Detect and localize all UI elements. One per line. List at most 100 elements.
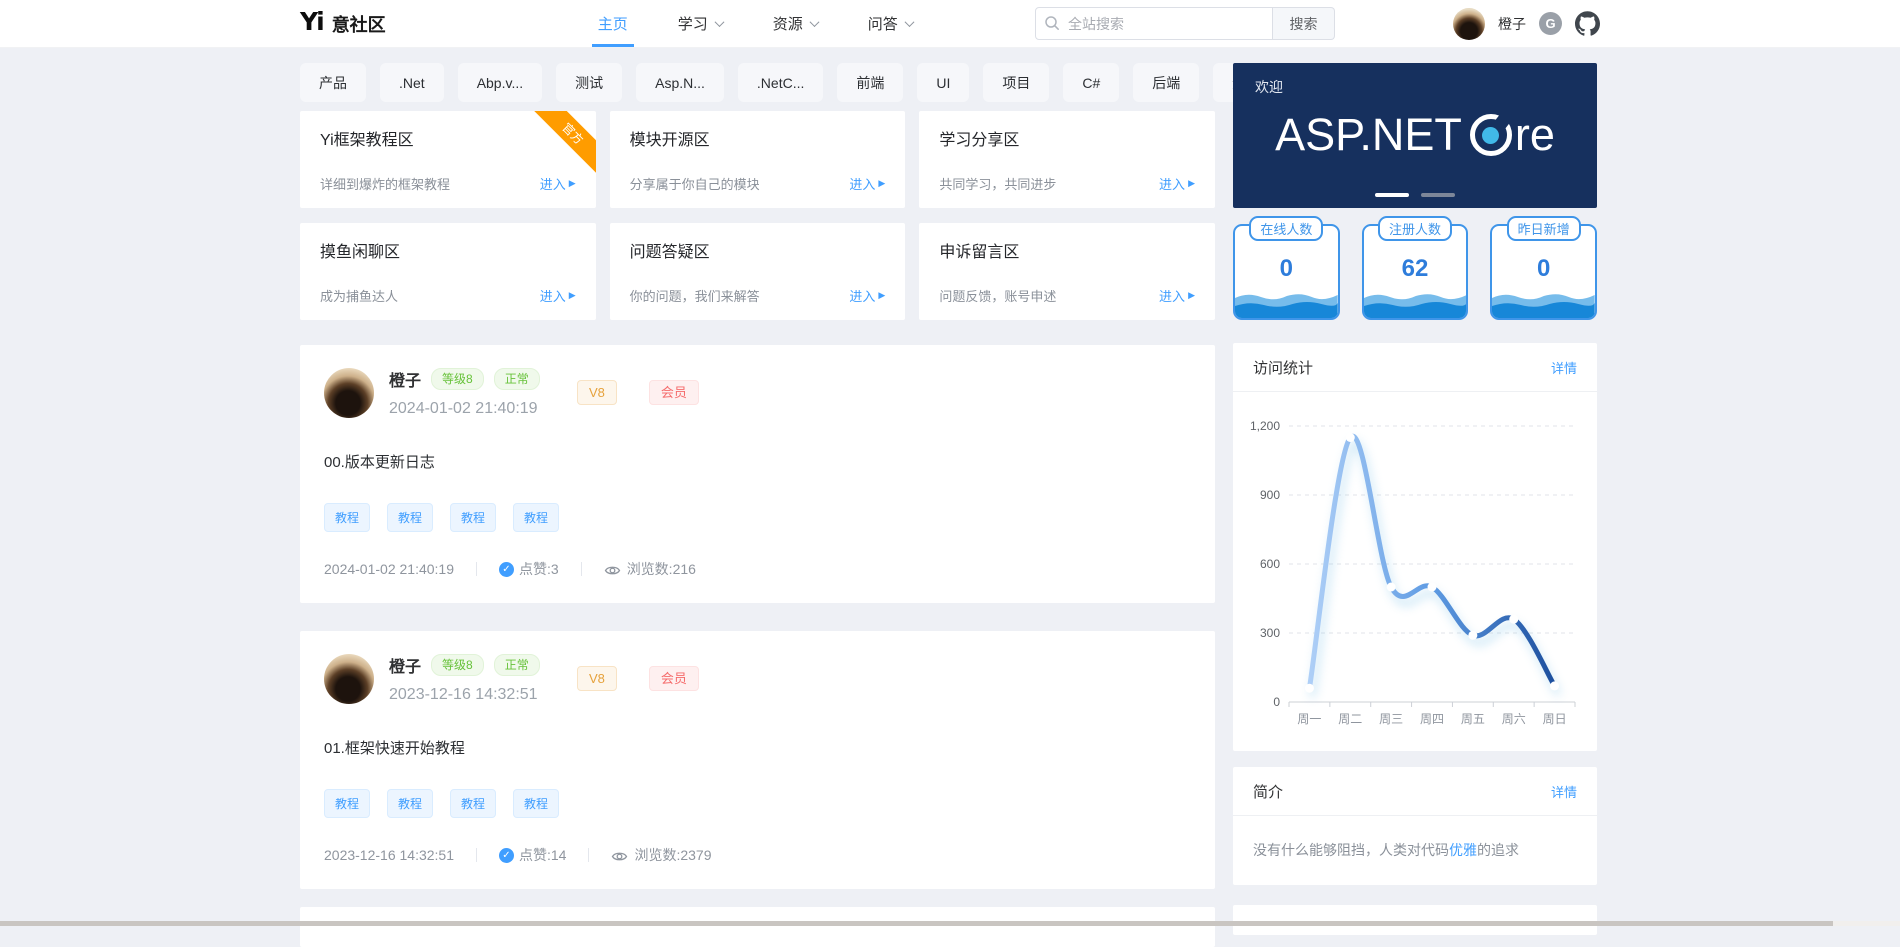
post-title[interactable]: 01.框架快速开始教程 bbox=[324, 737, 1191, 758]
post-author-name: 橙子 bbox=[389, 653, 421, 677]
carousel-dot[interactable] bbox=[1421, 193, 1455, 197]
post-tag[interactable]: 教程 bbox=[450, 789, 496, 818]
section-card-sharing[interactable]: 学习分享区 共同学习，共同进步 进入▶ bbox=[919, 111, 1215, 208]
svg-text:600: 600 bbox=[1260, 557, 1280, 571]
menu-item-qa[interactable]: 问答 bbox=[868, 0, 913, 47]
views-eye-icon bbox=[604, 563, 621, 578]
core-ring-icon bbox=[1470, 114, 1512, 156]
site-search: 搜索 bbox=[1035, 7, 1335, 40]
post-tag[interactable]: 教程 bbox=[387, 789, 433, 818]
banner-welcome-text: 欢迎 bbox=[1255, 77, 1283, 97]
post-tag[interactable]: 教程 bbox=[513, 789, 559, 818]
user-area: 橙子 G bbox=[1453, 8, 1600, 40]
enter-link[interactable]: 进入▶ bbox=[1159, 174, 1195, 193]
divider bbox=[581, 562, 582, 576]
site-title: 意社区 bbox=[332, 11, 386, 37]
visit-stats-panel: 访问统计 详情 03006009001,200周一周二周三周四周五周六周日 bbox=[1233, 343, 1597, 751]
section-card-tutorial[interactable]: Yi框架教程区 官方 详细到爆炸的框架教程 进入▶ bbox=[300, 111, 596, 208]
section-card-modules[interactable]: 模块开源区 分享属于你自己的模块 进入▶ bbox=[610, 111, 906, 208]
menu-item-learn[interactable]: 学习 bbox=[678, 0, 723, 47]
filter-tag[interactable]: UI bbox=[917, 63, 969, 102]
svg-text:周六: 周六 bbox=[1502, 712, 1526, 726]
search-button[interactable]: 搜索 bbox=[1273, 7, 1335, 40]
enter-link[interactable]: 进入▶ bbox=[849, 174, 885, 193]
post-item[interactable]: 橙子 等级8 正常 2024-01-02 21:40:19 V8 会员 00.版… bbox=[300, 345, 1215, 603]
views-eye-icon bbox=[611, 849, 628, 864]
filter-tag[interactable]: .Net bbox=[380, 63, 444, 102]
post-author-avatar[interactable] bbox=[324, 368, 374, 418]
post-datetime: 2023-12-16 14:32:51 bbox=[389, 686, 567, 704]
user-name[interactable]: 橙子 bbox=[1498, 14, 1526, 34]
post-views: 浏览数:216 bbox=[627, 559, 696, 579]
filter-tag[interactable]: 产品 bbox=[300, 63, 366, 102]
post-author-avatar[interactable] bbox=[324, 654, 374, 704]
site-logo[interactable]: Yi 意社区 bbox=[300, 11, 386, 37]
enter-link[interactable]: 进入▶ bbox=[540, 174, 576, 193]
play-arrow-icon: ▶ bbox=[569, 290, 576, 301]
top-navbar: Yi 意社区 主页 学习 资源 问答 搜索 橙子 G bbox=[0, 0, 1900, 48]
section-card-chat[interactable]: 摸鱼闲聊区 成为捕鱼达人 进入▶ bbox=[300, 223, 596, 320]
post-likes: 点赞:3 bbox=[519, 559, 559, 579]
filter-tag[interactable]: 前端 bbox=[837, 63, 903, 102]
post-footer-date: 2024-01-02 21:40:19 bbox=[324, 561, 454, 577]
post-views: 浏览数:2379 bbox=[634, 845, 711, 865]
divider bbox=[476, 562, 477, 576]
level-badge: 等级8 bbox=[431, 368, 484, 390]
status-badge: 正常 bbox=[494, 368, 540, 390]
menu-item-resources[interactable]: 资源 bbox=[773, 0, 818, 47]
carousel-indicators bbox=[1233, 193, 1597, 197]
like-icon bbox=[499, 562, 514, 577]
github-icon[interactable] bbox=[1575, 11, 1600, 36]
play-arrow-icon: ▶ bbox=[1188, 178, 1195, 189]
intro-highlight[interactable]: 优雅 bbox=[1449, 842, 1477, 858]
post-item[interactable]: 橙子 等级8 正常 2023-12-16 14:32:51 V8 会员 01.框… bbox=[300, 631, 1215, 889]
filter-tag[interactable]: .NetC... bbox=[738, 63, 823, 102]
section-card-qa[interactable]: 问题答疑区 你的问题，我们来解答 进入▶ bbox=[610, 223, 906, 320]
visit-stats-detail-link[interactable]: 详情 bbox=[1551, 358, 1577, 377]
status-badge: 正常 bbox=[494, 654, 540, 676]
filter-tag[interactable]: 测试 bbox=[556, 63, 622, 102]
section-card-appeal[interactable]: 申诉留言区 问题反馈，账号申述 进入▶ bbox=[919, 223, 1215, 320]
aspnet-core-logo: ASP.NET re bbox=[1233, 109, 1597, 161]
play-arrow-icon: ▶ bbox=[878, 290, 885, 301]
main-menu: 主页 学习 资源 问答 bbox=[598, 0, 913, 47]
post-tag[interactable]: 教程 bbox=[324, 503, 370, 532]
intro-detail-link[interactable]: 详情 bbox=[1551, 782, 1577, 801]
logo-mark-icon: Yi bbox=[300, 9, 323, 34]
filter-tag[interactable]: Abp.v... bbox=[458, 63, 542, 102]
post-item-partial[interactable] bbox=[300, 907, 1215, 947]
post-title[interactable]: 00.版本更新日志 bbox=[324, 451, 1191, 472]
member-badge: 会员 bbox=[649, 666, 699, 691]
chevron-down-icon bbox=[714, 17, 724, 27]
filter-tag[interactable]: 后端 bbox=[1133, 63, 1199, 102]
enter-link[interactable]: 进入▶ bbox=[849, 286, 885, 305]
enter-link[interactable]: 进入▶ bbox=[540, 286, 576, 305]
welcome-banner[interactable]: 欢迎 ASP.NET re bbox=[1233, 63, 1597, 208]
menu-item-home[interactable]: 主页 bbox=[598, 0, 628, 47]
intro-title: 简介 bbox=[1253, 781, 1283, 802]
filter-tag[interactable]: 项目 bbox=[983, 63, 1049, 102]
post-tag[interactable]: 教程 bbox=[387, 503, 433, 532]
carousel-dot-active[interactable] bbox=[1375, 193, 1409, 197]
stat-card-registered: 注册人数 62 bbox=[1362, 224, 1469, 320]
member-badge: 会员 bbox=[649, 380, 699, 405]
user-avatar[interactable] bbox=[1453, 8, 1485, 40]
horizontal-scrollbar bbox=[0, 921, 1900, 926]
level-badge: 等级8 bbox=[431, 654, 484, 676]
post-tag[interactable]: 教程 bbox=[513, 503, 559, 532]
visit-stats-title: 访问统计 bbox=[1253, 357, 1313, 378]
enter-link[interactable]: 进入▶ bbox=[1159, 286, 1195, 305]
scrollbar-thumb[interactable] bbox=[0, 921, 1833, 926]
search-input[interactable] bbox=[1035, 7, 1273, 40]
gitee-icon[interactable]: G bbox=[1539, 12, 1562, 35]
divider bbox=[588, 848, 589, 862]
wave-decoration bbox=[1364, 285, 1467, 318]
filter-tag[interactable]: Asp.N... bbox=[636, 63, 724, 102]
tag-filter-bar: 产品 .Net Abp.v... 测试 Asp.N... .NetC... 前端… bbox=[300, 63, 1215, 102]
post-tag[interactable]: 教程 bbox=[324, 789, 370, 818]
sidebar: 欢迎 ASP.NET re 在线人数 0 注册人数 62 bbox=[1233, 63, 1597, 947]
post-tag[interactable]: 教程 bbox=[450, 503, 496, 532]
stat-card-new-yesterday: 昨日新增 0 bbox=[1490, 224, 1597, 320]
play-arrow-icon: ▶ bbox=[569, 178, 576, 189]
filter-tag[interactable]: C# bbox=[1063, 63, 1119, 102]
